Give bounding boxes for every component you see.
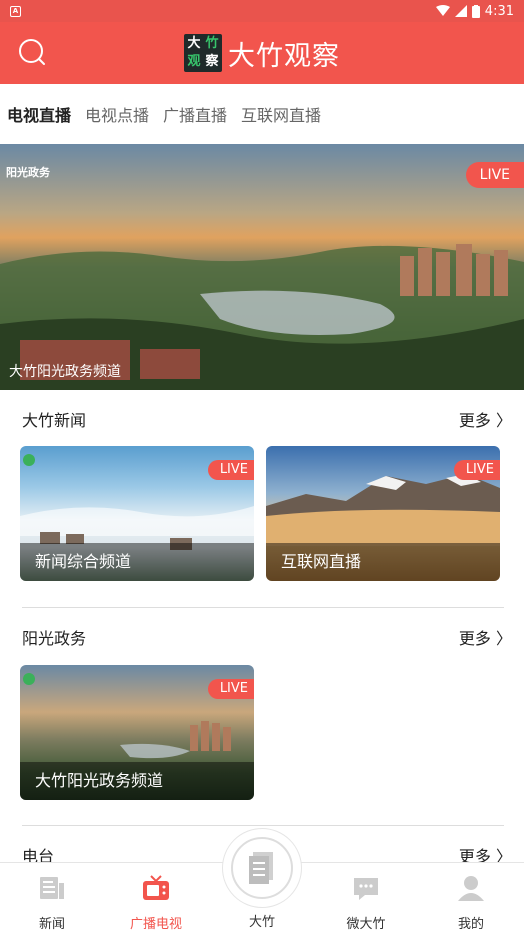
tab-tv-live[interactable]: 电视直播 bbox=[7, 94, 71, 147]
document-icon bbox=[249, 852, 273, 884]
signal-icon bbox=[454, 5, 467, 17]
more-link[interactable]: 更多 〉 bbox=[459, 407, 512, 431]
status-indicators: 4:31 bbox=[435, 3, 514, 19]
nav-item-news[interactable]: 新闻 bbox=[12, 873, 92, 932]
nav-item-mine[interactable]: 我的 bbox=[431, 873, 511, 932]
status-bar: A 4:31 bbox=[0, 0, 524, 22]
status-time: 4:31 bbox=[484, 3, 514, 19]
card-caption: 大竹阳光政务频道 bbox=[20, 762, 254, 800]
nav-item-weidazhu[interactable]: 微大竹 bbox=[326, 873, 406, 932]
app-title: 大竹观察 bbox=[228, 40, 340, 72]
wifi-icon bbox=[435, 5, 450, 16]
nav-label: 广播电视 bbox=[129, 917, 182, 932]
hero-corner-label: 阳光政务 bbox=[6, 166, 50, 179]
nav-item-dazhu[interactable] bbox=[222, 828, 302, 908]
tab-radio-live[interactable]: 广播直播 bbox=[163, 94, 227, 134]
tab-internet-live[interactable]: 互联网直播 bbox=[241, 94, 321, 134]
news-icon bbox=[40, 877, 64, 899]
more-link[interactable]: 更多 〉 bbox=[459, 625, 512, 649]
hero-banner[interactable]: 阳光政务 LIVE 大竹阳光政务频道 bbox=[0, 144, 524, 390]
section-title: 大竹新闻 bbox=[22, 411, 87, 430]
channel-card-news[interactable]: LIVE 新闻综合频道 bbox=[20, 446, 254, 581]
nav-label: 我的 bbox=[457, 917, 484, 932]
divider bbox=[22, 607, 504, 608]
nav-item-tv[interactable]: 广播电视 bbox=[116, 873, 196, 932]
person-icon bbox=[458, 876, 484, 901]
app-header: 大 竹 观 察 大竹观察 bbox=[0, 22, 524, 84]
live-badge: LIVE bbox=[465, 162, 524, 188]
nav-label: 新闻 bbox=[38, 917, 65, 932]
nav-label: 大竹 bbox=[248, 915, 275, 930]
search-icon[interactable] bbox=[18, 38, 46, 66]
channel-tabs: 电视直播 电视点播 广播直播 互联网直播 bbox=[0, 84, 524, 147]
nav-label: 微大竹 bbox=[346, 917, 386, 932]
card-caption: 新闻综合频道 bbox=[20, 543, 254, 581]
tv-icon bbox=[143, 875, 169, 900]
hero-image bbox=[0, 244, 524, 390]
tab-tv-vod[interactable]: 电视点播 bbox=[85, 94, 149, 134]
live-badge: LIVE bbox=[453, 460, 500, 480]
card-caption: 互联网直播 bbox=[266, 543, 500, 581]
notification-icon: A bbox=[10, 5, 21, 17]
channel-card-government[interactable]: LIVE 大竹阳光政务频道 bbox=[20, 665, 254, 800]
channel-card-internet[interactable]: LIVE 互联网直播 bbox=[266, 446, 500, 581]
app-logo: 大 竹 观 察 bbox=[184, 34, 222, 72]
section-news-header: 大竹新闻 更多 〉 bbox=[0, 404, 524, 434]
hero-caption: 大竹阳光政务频道 bbox=[9, 364, 121, 380]
live-badge: LIVE bbox=[207, 460, 254, 480]
battery-icon bbox=[471, 4, 480, 18]
live-badge: LIVE bbox=[207, 679, 254, 699]
chat-icon bbox=[354, 878, 378, 900]
section-government-header: 阳光政务 更多 〉 bbox=[0, 622, 524, 652]
center-button-ring bbox=[231, 837, 293, 899]
divider bbox=[22, 825, 504, 826]
section-title: 阳光政务 bbox=[22, 629, 87, 648]
